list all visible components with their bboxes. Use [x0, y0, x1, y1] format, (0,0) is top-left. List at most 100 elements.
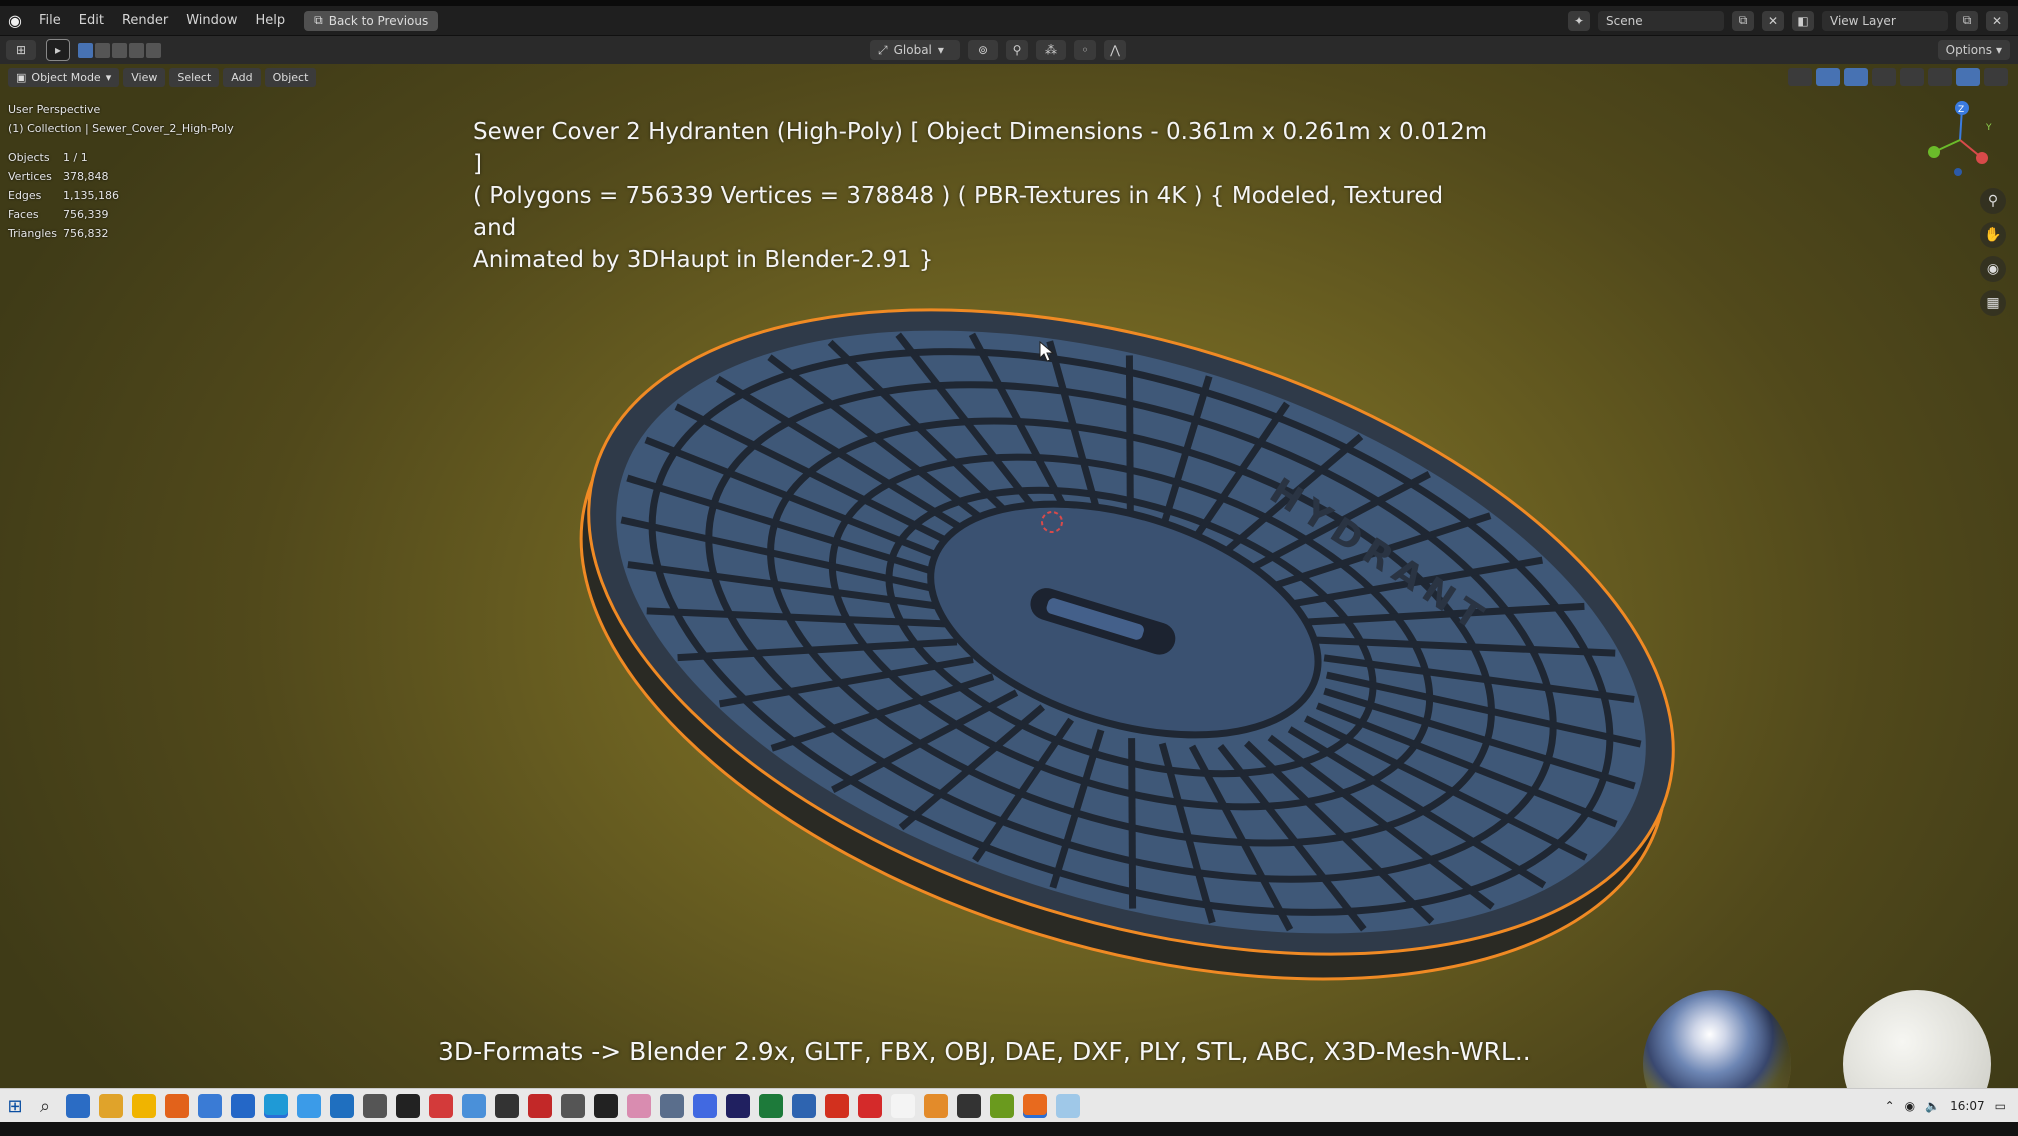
- search-icon[interactable]: ⌕: [30, 1096, 60, 1117]
- taskbar-app-icon[interactable]: [792, 1094, 816, 1118]
- tool-header: ⊞ ▸ ⤢ Global ▾ ⊚ ⚲ ⁂ ◦ ⋀ Options ▾: [0, 36, 2018, 64]
- new-scene-icon[interactable]: ⧉: [1732, 10, 1754, 31]
- taskbar-app-icon[interactable]: [231, 1094, 255, 1118]
- clock-time[interactable]: 16:07: [1950, 1099, 1985, 1113]
- taskbar-app-icon[interactable]: [693, 1094, 717, 1118]
- taskbar-app-icon[interactable]: [759, 1094, 783, 1118]
- windows-taskbar: ⊞ ⌕ ⌃ ◉ 🔈 16:07 ▭: [0, 1088, 2018, 1123]
- taskbar-app-icon[interactable]: [561, 1094, 585, 1118]
- notification-icon[interactable]: ▭: [1995, 1099, 2006, 1113]
- pan-hand-icon[interactable]: ✋: [1980, 222, 2006, 248]
- camera-view-icon[interactable]: ◉: [1980, 256, 2006, 282]
- taskbar-app-icon[interactable]: [66, 1094, 90, 1118]
- scene-field[interactable]: Scene: [1598, 10, 1724, 31]
- taskbar-app-icon[interactable]: [495, 1094, 519, 1118]
- mode-invert-icon[interactable]: [129, 42, 144, 58]
- taskbar-app-icon[interactable]: [462, 1094, 486, 1118]
- select-tool-icon[interactable]: ▸: [46, 39, 70, 61]
- scene-name: Scene: [1606, 13, 1643, 28]
- taskbar-app-icon[interactable]: [726, 1094, 750, 1118]
- network-icon[interactable]: ◉: [1905, 1099, 1915, 1113]
- editor-type-icon[interactable]: ⊞: [6, 40, 36, 60]
- proportional-edit-icon[interactable]: ◦: [1074, 40, 1096, 60]
- scene-selector-icon[interactable]: ✦: [1568, 10, 1590, 31]
- taskbar-app-icon[interactable]: [429, 1094, 453, 1118]
- model-description: Sewer Cover 2 Hydranten (High-Poly) [ Ob…: [473, 116, 1493, 276]
- 3d-viewport[interactable]: ▣ Object Mode ▾ View Select Add Object U…: [0, 64, 2018, 1088]
- taskbar-app-icon[interactable]: [825, 1094, 849, 1118]
- back-to-previous-button[interactable]: ⧉ Back to Previous: [304, 10, 439, 31]
- taskbar-app-icon[interactable]: [924, 1094, 948, 1118]
- view-layer-selector-icon[interactable]: ◧: [1792, 10, 1814, 31]
- snap-toggle-icon[interactable]: ⚲: [1006, 40, 1028, 60]
- pivot-point-icon[interactable]: ⊚: [968, 40, 998, 60]
- menu-file[interactable]: File: [30, 13, 70, 28]
- ortho-toggle-icon[interactable]: ▦: [1980, 290, 2006, 316]
- remove-view-layer-icon[interactable]: ✕: [1986, 10, 2008, 31]
- taskbar-app-icon[interactable]: [990, 1094, 1014, 1118]
- falloff-icon[interactable]: ⋀: [1104, 40, 1126, 60]
- formats-caption: 3D-Formats -> Blender 2.9x, GLTF, FBX, O…: [438, 1037, 1531, 1066]
- menu-window[interactable]: Window: [177, 13, 246, 28]
- gizmo-y-label: Y: [1985, 123, 1992, 133]
- gizmo-x-axis[interactable]: [1976, 152, 1988, 164]
- taskbar-app-icon[interactable]: [264, 1094, 288, 1118]
- options-label: Options: [1945, 43, 1992, 57]
- taskbar-app-icon[interactable]: [363, 1094, 387, 1118]
- taskbar-app-icon[interactable]: [528, 1094, 552, 1118]
- taskbar-app-icon[interactable]: [957, 1094, 981, 1118]
- viewport-nav-buttons: ⚲ ✋ ◉ ▦: [1980, 188, 2006, 316]
- windows-start-icon[interactable]: ⊞: [0, 1096, 30, 1117]
- volume-icon[interactable]: 🔈: [1925, 1099, 1940, 1113]
- back-icon: ⧉: [314, 13, 323, 27]
- menu-edit[interactable]: Edit: [70, 13, 113, 28]
- gizmo-neg-z-axis[interactable]: [1954, 168, 1962, 176]
- scene-controls: ✦ Scene ⧉ ✕ ◧ View Layer ⧉ ✕: [1568, 6, 2018, 35]
- orientation-dropdown[interactable]: ⤢ Global ▾: [870, 40, 960, 60]
- taskbar-app-icon[interactable]: [165, 1094, 189, 1118]
- taskbar-app-icon[interactable]: [132, 1094, 156, 1118]
- description-line-2: ( Polygons = 756339 Vertices = 378848 ) …: [473, 183, 1444, 241]
- mode-intersect-icon[interactable]: [146, 42, 161, 58]
- snap-target-icon[interactable]: ⁂: [1036, 40, 1066, 60]
- back-button-label: Back to Previous: [328, 13, 429, 28]
- taskbar-app-icon[interactable]: [627, 1094, 651, 1118]
- description-line-3: Animated by 3DHaupt in Blender-2.91 }: [473, 247, 934, 273]
- tray-chevron-icon[interactable]: ⌃: [1885, 1099, 1895, 1113]
- new-view-layer-icon[interactable]: ⧉: [1956, 10, 1978, 31]
- chevron-down-icon: ▾: [1995, 43, 2002, 57]
- selection-mode-buttons: [78, 42, 161, 58]
- taskbar-app-icon[interactable]: [99, 1094, 123, 1118]
- taskbar-app-icon[interactable]: [858, 1094, 882, 1118]
- system-tray: ⌃ ◉ 🔈 16:07 ▭: [1885, 1089, 2006, 1123]
- top-menu-bar: ◉ File Edit Render Window Help ⧉ Back to…: [0, 6, 2018, 36]
- view-layer-field[interactable]: View Layer: [1822, 10, 1948, 31]
- taskbar-app-icon[interactable]: [891, 1094, 915, 1118]
- remove-scene-icon[interactable]: ✕: [1762, 10, 1784, 31]
- taskbar-apps: [66, 1094, 1080, 1118]
- menu-help[interactable]: Help: [247, 13, 295, 28]
- taskbar-app-icon[interactable]: [594, 1094, 618, 1118]
- options-dropdown[interactable]: Options ▾: [1937, 40, 2010, 60]
- navigation-gizmo[interactable]: Z Y: [1920, 100, 2000, 180]
- zoom-icon[interactable]: ⚲: [1980, 188, 2006, 214]
- taskbar-app-icon[interactable]: [330, 1094, 354, 1118]
- taskbar-app-icon[interactable]: [660, 1094, 684, 1118]
- gizmo-y-axis[interactable]: [1928, 146, 1940, 158]
- transform-controls: ⤢ Global ▾ ⊚ ⚲ ⁂ ◦ ⋀: [870, 40, 1126, 60]
- mode-subtract-icon[interactable]: [112, 42, 127, 58]
- taskbar-app-icon[interactable]: [297, 1094, 321, 1118]
- taskbar-app-icon[interactable]: [1056, 1094, 1080, 1118]
- taskbar-app-icon[interactable]: [198, 1094, 222, 1118]
- description-line-1: Sewer Cover 2 Hydranten (High-Poly) [ Ob…: [473, 119, 1488, 177]
- bottom-status-strip: [0, 1122, 2018, 1136]
- mode-set-icon[interactable]: [78, 42, 93, 58]
- taskbar-app-icon[interactable]: [1023, 1094, 1047, 1118]
- taskbar-app-icon[interactable]: [396, 1094, 420, 1118]
- orientation-icon: ⤢: [878, 42, 888, 57]
- blender-screen: ◉ File Edit Render Window Help ⧉ Back to…: [0, 0, 2018, 1136]
- mode-extend-icon[interactable]: [95, 42, 110, 58]
- menu-render[interactable]: Render: [113, 13, 177, 28]
- blender-logo-icon[interactable]: ◉: [0, 6, 30, 35]
- gizmo-z-label: Z: [1958, 105, 1964, 115]
